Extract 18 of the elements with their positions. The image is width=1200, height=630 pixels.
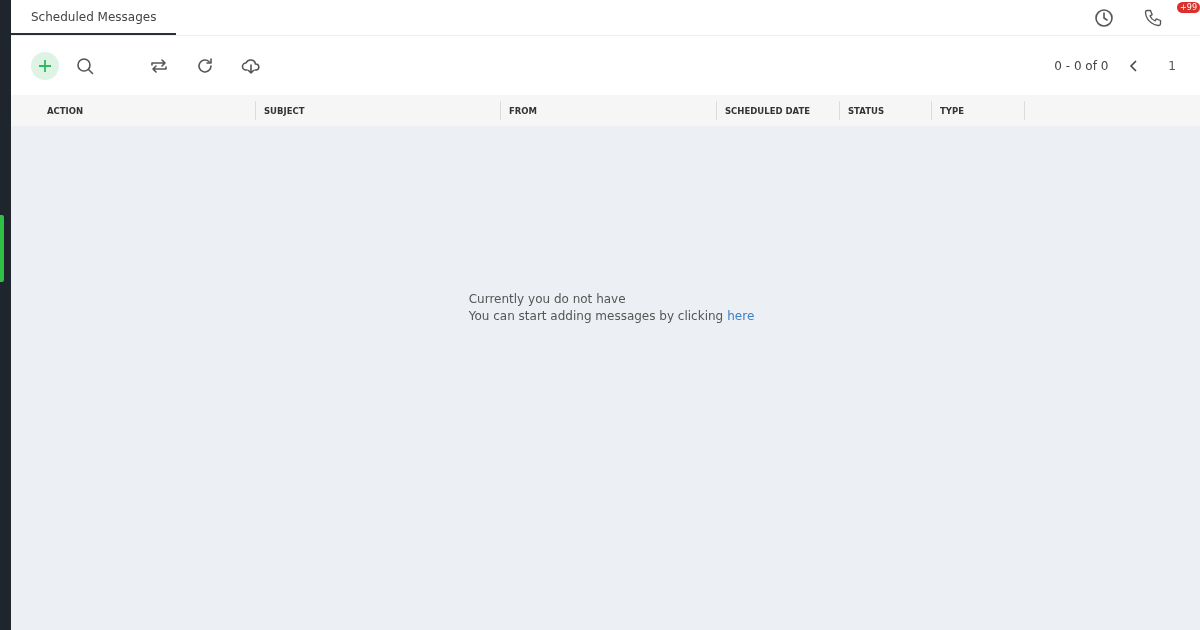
- empty-hint: You can start adding messages by clicking: [468, 309, 724, 323]
- column-header[interactable]: FROM: [509, 105, 538, 116]
- plus-icon: [38, 58, 52, 73]
- rail-indicator: [0, 215, 4, 282]
- empty-message: Currently you do not have: [468, 292, 627, 306]
- refresh-icon[interactable]: [195, 55, 215, 76]
- clock-icon[interactable]: [1094, 7, 1115, 28]
- search-icon[interactable]: [75, 55, 95, 76]
- column-header[interactable]: TYPE: [940, 105, 964, 116]
- column-header[interactable]: SCHEDULED DATE: [725, 105, 811, 116]
- pagination-range: 0 - 0 of 0: [1054, 58, 1109, 73]
- page-number[interactable]: 1: [1168, 58, 1176, 73]
- column-header[interactable]: STATUS: [848, 105, 884, 116]
- notification-badge: +99: [1177, 2, 1200, 13]
- column-header[interactable]: ACTION: [47, 105, 84, 116]
- add-message-link[interactable]: here: [727, 309, 755, 323]
- column-header[interactable]: SUBJECT: [264, 105, 305, 116]
- phone-icon[interactable]: [1143, 7, 1164, 28]
